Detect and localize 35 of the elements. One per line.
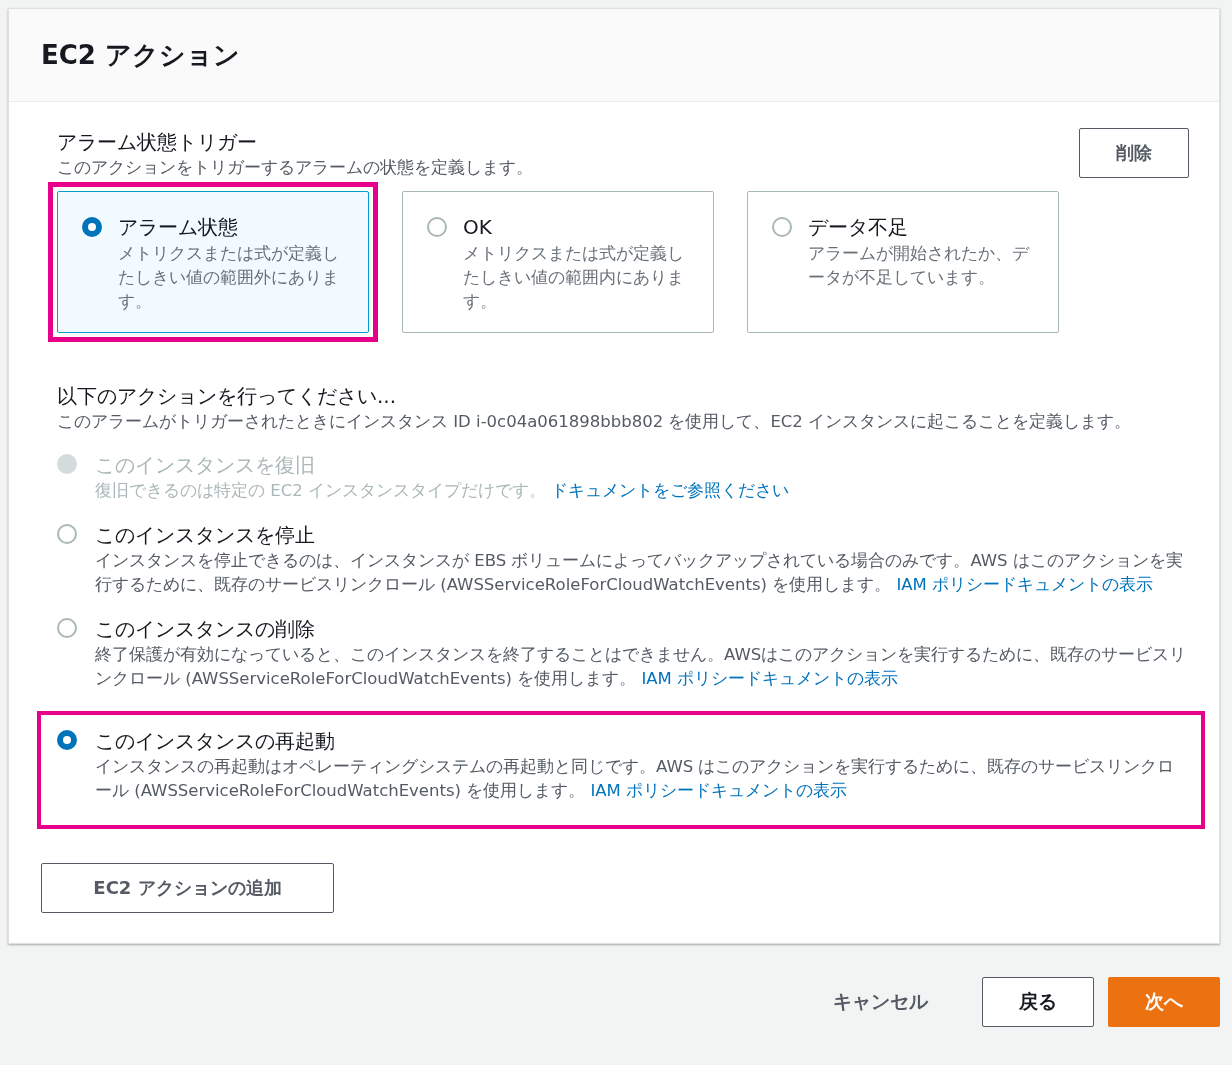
add-action-button[interactable]: EC2 アクションの追加 [41,863,334,913]
radio-button[interactable] [57,524,77,544]
option-title: このインスタンスの削除 [95,616,316,643]
option-description: インスタンスの再起動はオペレーティングシステムの再起動と同じです。AWS はこのアクションを実行するために、既存のサービスリンクロール (AWSServiceRoleForCloudWatchEvents) を使用します。 IAM ポリシードキュメントの表示 [95,756,1176,802]
section-description: このアラームがトリガーされたときにインスタンス ID i-0c04a061898bbb802 を使用して、EC2 インスタンスに起こることを定義します。 [57,411,1133,433]
doc-link[interactable]: IAM ポリシードキュメントの表示 [896,575,1154,594]
radio-button[interactable] [427,217,447,237]
cancel-button[interactable]: キャンセル [827,988,934,1016]
delete-button[interactable]: 削除 [1079,128,1189,178]
section-heading: アラーム状態トリガー [57,129,258,156]
tile-title: アラーム状態 [118,214,239,240]
tile-description: メトリクスまたは式が定義したしきい値の範囲内にあります。 [463,243,685,313]
option-title: このインスタンスを復旧 [95,452,316,479]
tile-description: メトリクスまたは式が定義したしきい値の範囲外にあります。 [118,243,340,313]
radio-button[interactable] [82,217,102,237]
state-tile[interactable]: アラーム状態 メトリクスまたは式が定義したしきい値の範囲外にあります。 [57,191,369,333]
option-description: 復旧できるのは特定の EC2 インスタンスタイプだけです。 ドキュメントをご参照ください [95,480,790,502]
tile-title: OK [463,214,493,240]
doc-link[interactable]: IAM ポリシードキュメントの表示 [590,781,848,800]
radio-button[interactable] [57,618,77,638]
option-title: このインスタンスを停止 [95,522,316,549]
section-description: このアクションをトリガーするアラームの状態を定義します。 [57,157,533,179]
section-heading: 以下のアクションを行ってください... [57,383,398,410]
back-button[interactable]: 戻る [982,977,1094,1027]
option-description: 終了保護が有効になっていると、このインスタンスを終了することはできません。AWSはこのアクションを実行するために、既存のサービスリンクロール (AWSServiceRoleForCloudWatchEvents) を使用します。 IAM ポリシードキュメントの表示 [95,644,1188,690]
state-tile[interactable]: データ不足 アラームが開始されたか、データが不足しています。 [747,191,1059,333]
tile-description: アラームが開始されたか、データが不足しています。 [808,243,1031,289]
tile-title: データ不足 [808,214,909,240]
radio-button[interactable] [57,730,77,750]
option-title: このインスタンスの再起動 [95,728,336,755]
doc-link[interactable]: IAM ポリシードキュメントの表示 [641,669,899,688]
state-tile[interactable]: OK メトリクスまたは式が定義したしきい値の範囲内にあります。 [402,191,714,333]
option-description: インスタンスを停止できるのは、インスタンスが EBS ボリュームによってバックアップされている場合のみです。AWS はこのアクションを実行するために、既存のサービスリンクロール (AWSServiceRoleForCloudWatchEvents) を使用します。 IAM ポリシードキュメントの表示 [95,550,1184,596]
radio-button[interactable] [772,217,792,237]
panel-title: EC2 アクション [41,38,240,72]
